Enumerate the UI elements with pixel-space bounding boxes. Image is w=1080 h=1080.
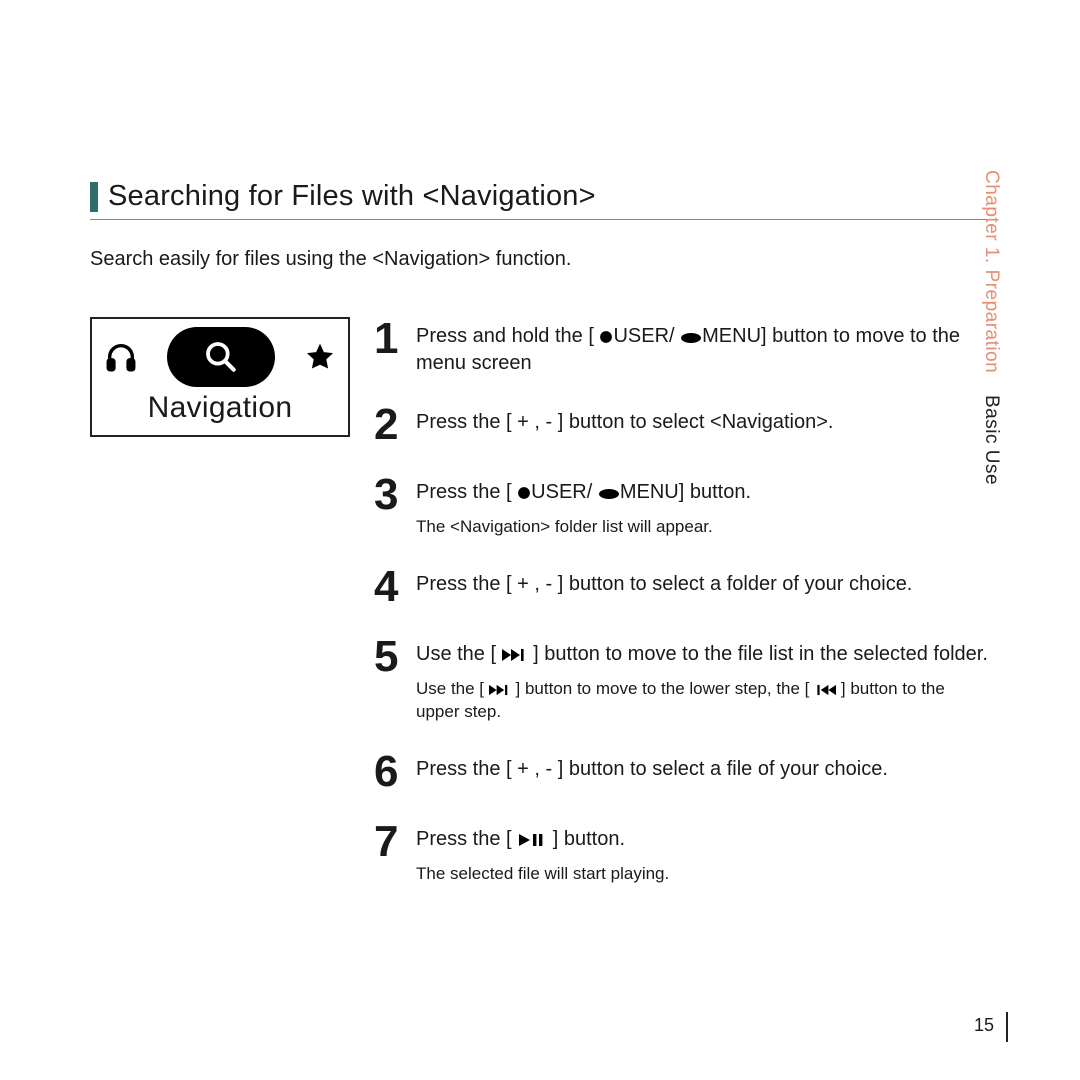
step-text: Use the [ ] button to move to the file l… (416, 635, 990, 724)
oval-icon (598, 488, 620, 500)
next-track-icon (502, 648, 528, 662)
step-item: 6 Press the [ + , - ] button to select a… (374, 750, 990, 794)
next-track-icon (489, 684, 511, 696)
step-text: Press the [ ] button. The selected file … (416, 820, 669, 886)
body-row: Navigation 1 Press and hold the [ USER/ … (90, 317, 990, 912)
magnifier-pill (167, 327, 275, 387)
step-item: 4 Press the [ + , - ] button to select a… (374, 565, 990, 609)
section-title: Searching for Files with <Navigation> (108, 180, 596, 213)
dot-icon (599, 330, 613, 344)
steps-list: 1 Press and hold the [ USER/ MENU] butto… (374, 317, 990, 912)
step-number: 7 (374, 820, 404, 864)
step-item: 1 Press and hold the [ USER/ MENU] butto… (374, 317, 990, 377)
oval-icon (680, 332, 702, 344)
manual-page: Chapter 1. Preparation Basic Use Searchi… (0, 0, 1080, 1080)
step-text: Press and hold the [ USER/ MENU] button … (416, 317, 990, 377)
step-number: 2 (374, 403, 404, 447)
page-number: 15 (974, 1015, 994, 1036)
side-tab: Chapter 1. Preparation Basic Use (980, 170, 1002, 485)
step-number: 1 (374, 317, 404, 361)
step-number: 6 (374, 750, 404, 794)
step-text: Press the [ USER/ MENU] button. The <Nav… (416, 473, 751, 539)
headphones-icon (104, 340, 138, 374)
step-note: The <Navigation> folder list will appear… (416, 516, 751, 539)
step-note: Use the [ ] button to move to the lower … (416, 678, 990, 724)
intro-text: Search easily for files using the <Navig… (90, 248, 990, 271)
step-text: Press the [ + , - ] button to select <Na… (416, 403, 833, 436)
side-section-label: Basic Use (981, 387, 1002, 485)
step-item: 2 Press the [ + , - ] button to select <… (374, 403, 990, 447)
step-text: Press the [ + , - ] button to select a f… (416, 565, 912, 598)
step-item: 5 Use the [ ] button to move to the file… (374, 635, 990, 724)
section-title-row: Searching for Files with <Navigation> (90, 180, 990, 220)
illustration-label: Navigation (100, 391, 340, 425)
play-pause-icon (517, 833, 547, 847)
illustration-top-row (100, 327, 340, 387)
navigation-illustration: Navigation (90, 317, 350, 437)
step-number: 4 (374, 565, 404, 609)
step-item: 3 Press the [ USER/ MENU] button. The <N… (374, 473, 990, 539)
side-chapter-label: Chapter 1. Preparation (981, 170, 1002, 381)
step-note: The selected file will start playing. (416, 863, 669, 886)
footer-divider (1006, 1012, 1008, 1042)
step-text: Press the [ + , - ] button to select a f… (416, 750, 888, 783)
star-icon (304, 341, 336, 373)
section-accent-bar (90, 182, 98, 212)
dot-icon (517, 486, 531, 500)
step-number: 5 (374, 635, 404, 679)
prev-track-icon (814, 684, 836, 696)
step-number: 3 (374, 473, 404, 517)
step-item: 7 Press the [ ] button. The selected fil… (374, 820, 990, 886)
